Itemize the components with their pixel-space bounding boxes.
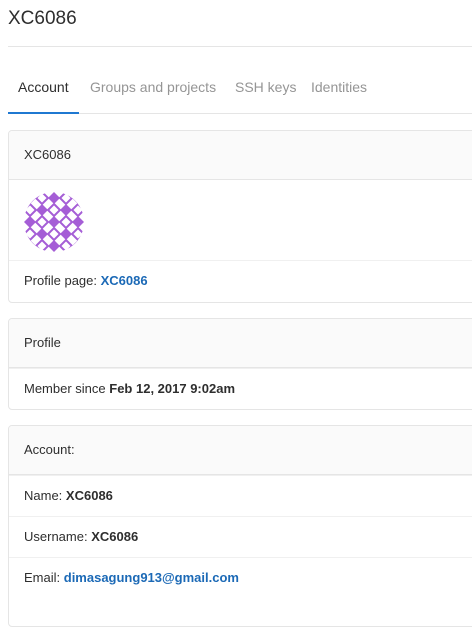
email-link[interactable]: dimasagung913@gmail.com: [64, 570, 239, 585]
page-title: XC6086: [8, 8, 77, 29]
name-row: Name: XC6086: [9, 475, 472, 516]
member-since-row: Member since Feb 12, 2017 9:02am: [9, 368, 472, 409]
tab-bar: Account Groups and projects SSH keys Ide…: [8, 64, 472, 114]
avatar[interactable]: [24, 192, 84, 252]
tab-identities[interactable]: Identities: [311, 64, 367, 112]
avatar-row: [9, 180, 472, 260]
username-label: Username:: [24, 529, 88, 544]
account-card-header: Account:: [9, 426, 472, 475]
profile-page-row: Profile page: XC6086: [9, 260, 472, 301]
member-since-value: Feb 12, 2017 9:02am: [109, 381, 236, 396]
tab-account[interactable]: Account: [8, 64, 79, 114]
profile-page-label: Profile page:: [24, 273, 97, 288]
account-card: Account: Name: XC6086 Username: XC6086 E…: [8, 425, 472, 627]
email-label: Email:: [24, 570, 61, 585]
profile-card-header: Profile: [9, 319, 472, 368]
name-label: Name:: [24, 488, 63, 503]
member-since-label: Member since: [24, 381, 106, 396]
name-value: XC6086: [65, 488, 113, 503]
email-row: Email: dimasagung913@gmail.com: [9, 557, 472, 598]
title-divider: [8, 46, 472, 47]
profile-page-link[interactable]: XC6086: [101, 273, 148, 288]
profile-card: Profile Member since Feb 12, 2017 9:02am: [8, 318, 472, 410]
username-value: XC6086: [91, 529, 139, 544]
username-row: Username: XC6086: [9, 516, 472, 557]
tab-ssh-keys[interactable]: SSH keys: [235, 64, 296, 112]
user-card: XC6086 Profile page: XC6086: [8, 130, 472, 303]
user-card-header: XC6086: [9, 131, 472, 180]
tab-groups-and-projects[interactable]: Groups and projects: [90, 64, 216, 112]
